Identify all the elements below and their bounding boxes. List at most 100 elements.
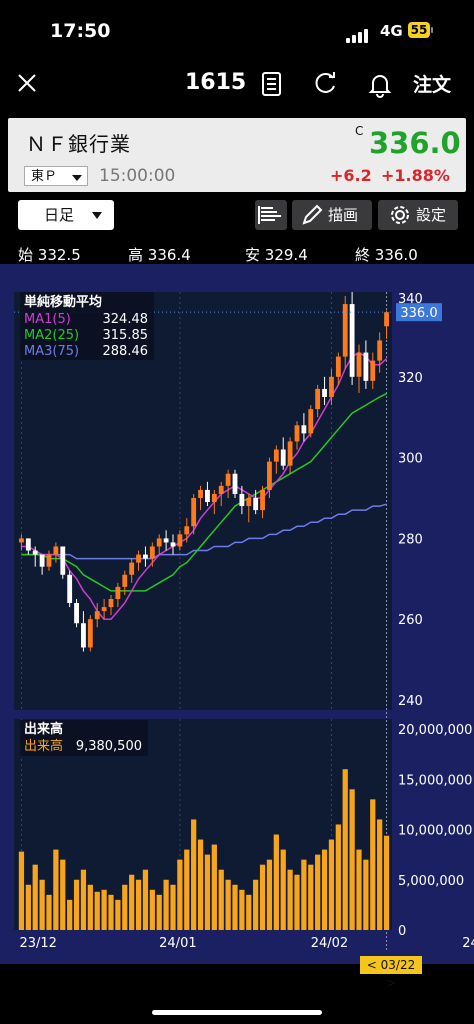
x-tick-label: 24/02: [311, 936, 348, 951]
candle: [87, 619, 93, 648]
volume-bar: [321, 849, 328, 930]
candle: [191, 498, 197, 527]
candle: [260, 489, 265, 511]
price-tag-label: 336.0: [400, 306, 437, 321]
x-tick-label: 24/03: [462, 936, 474, 951]
volume-bar: [383, 835, 390, 930]
ohlc-close: 終 336.0: [355, 246, 418, 264]
volume-bar: [287, 869, 293, 930]
volume-tick-label: 20,000,000: [398, 723, 472, 738]
candle: [335, 356, 341, 377]
volume-bar: [39, 879, 45, 930]
volume-bar: [218, 869, 224, 930]
volume-bar: [46, 894, 52, 930]
volume-bar: [184, 849, 190, 930]
signal-icon: [346, 24, 370, 43]
settings-button[interactable]: 設定: [378, 200, 458, 230]
stock-name: ＮＦ銀行業: [26, 132, 131, 156]
volume-bar: [60, 859, 66, 930]
volume-bar: [239, 889, 245, 930]
candle: [267, 461, 272, 490]
status-bar: 17:50 4G 55: [0, 0, 474, 58]
volume-tick-label: 5,000,000: [398, 874, 464, 889]
period-label: 日足: [44, 206, 75, 224]
volume-bar: [266, 859, 273, 930]
exchange-label: 東Ｐ: [31, 169, 58, 184]
volume-bar: [315, 854, 321, 930]
x-tick-label: 23/12: [19, 936, 56, 951]
ohlc-open: 始 332.5: [18, 246, 81, 264]
volume-bar: [328, 839, 335, 930]
candle: [377, 340, 383, 361]
candle: [349, 304, 355, 377]
candle: [253, 498, 259, 511]
volume-tick-label: 0: [398, 924, 406, 939]
candle: [198, 489, 203, 498]
indicator-button[interactable]: [255, 200, 287, 230]
chart-area[interactable]: 23/1224/0124/0224/0334032030028026024020…: [0, 264, 474, 964]
candle: [301, 425, 307, 434]
candlestick-chart[interactable]: 23/1224/0124/0224/0334032030028026024020…: [0, 264, 474, 964]
volume-bar: [273, 834, 279, 930]
chevron-down-icon: [92, 212, 102, 219]
y-tick-label: 280: [398, 532, 423, 547]
candle: [163, 538, 169, 543]
draw-button[interactable]: 描画: [292, 200, 372, 230]
volume-bar: [177, 859, 183, 930]
candle: [294, 425, 300, 442]
gear-icon: [391, 206, 409, 224]
volume-bar: [377, 819, 383, 930]
candle: [156, 538, 162, 547]
volume-bar: [18, 851, 25, 930]
volume-bar: [363, 859, 369, 930]
candle: [363, 352, 369, 381]
candle: [225, 473, 231, 486]
candle: [329, 376, 334, 397]
volume-bar: [349, 789, 355, 930]
current-price: 336.0: [369, 126, 461, 160]
volume-bar: [370, 799, 376, 930]
volume-bar: [170, 884, 176, 930]
volume-bar: [115, 899, 121, 930]
candle: [239, 493, 245, 507]
ma-legend-name: MA3(75): [24, 344, 79, 359]
status-time: 17:50: [50, 20, 111, 42]
selected-date-badge[interactable]: < 03/22 >: [360, 956, 422, 990]
candle: [287, 441, 293, 466]
volume-bar: [259, 864, 266, 930]
bar-list-icon: [258, 206, 281, 224]
network-label: 4G: [380, 22, 403, 40]
pencil-icon: [302, 204, 323, 225]
y-tick-label: 300: [398, 452, 423, 467]
volume-tick-label: 10,000,000: [398, 824, 472, 839]
candle: [74, 603, 79, 624]
close-icon[interactable]: [16, 68, 38, 98]
volume-bar: [25, 884, 31, 930]
x-tick-label: 24/01: [159, 936, 196, 951]
order-button[interactable]: 注文: [413, 70, 451, 97]
exchange-select[interactable]: 東Ｐ: [24, 166, 88, 186]
candle: [25, 538, 31, 551]
volume-bar: [232, 884, 238, 930]
candle: [115, 586, 121, 599]
ohlc-low: 安 329.4: [245, 246, 308, 264]
volume-bar: [301, 859, 307, 930]
volume-legend-name: 出来高: [24, 738, 63, 754]
period-select[interactable]: 日足: [18, 200, 114, 230]
price-time: 15:00:00: [99, 166, 176, 186]
candle: [19, 538, 24, 543]
candle: [67, 574, 73, 604]
candle: [308, 409, 314, 434]
candle: [184, 526, 190, 535]
volume-bar: [149, 889, 155, 930]
volume-bar: [280, 849, 286, 930]
document-icon[interactable]: [258, 70, 286, 98]
ohlc-high: 高 336.4: [128, 246, 191, 264]
refresh-icon[interactable]: [312, 70, 340, 98]
volume-bar: [53, 849, 59, 930]
volume-bar: [122, 884, 128, 930]
bell-icon[interactable]: [366, 70, 394, 98]
price-change: +6.2: [330, 166, 372, 185]
volume-bar: [211, 844, 217, 930]
chevron-down-icon: [72, 175, 82, 181]
